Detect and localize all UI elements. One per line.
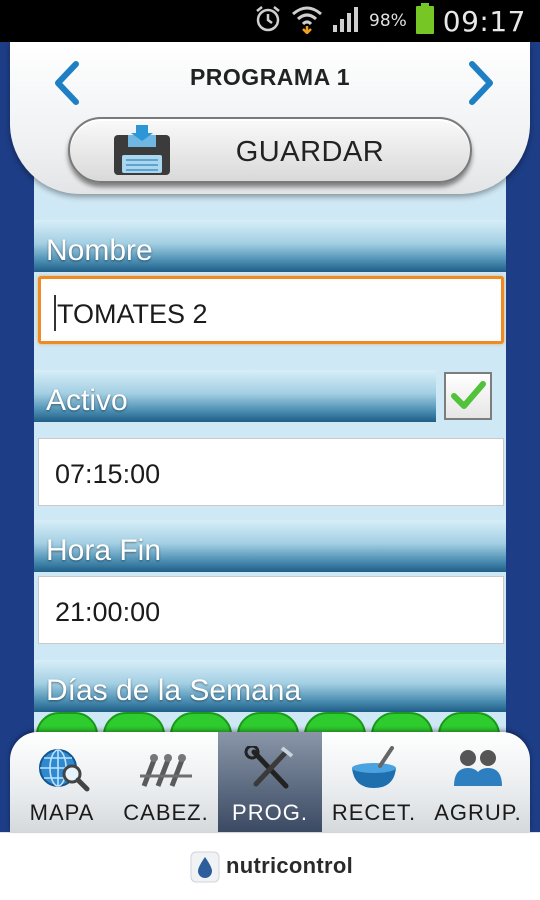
wifi-icon (291, 4, 323, 39)
battery-icon (415, 2, 435, 40)
hora-fin-input[interactable]: 21:00:00 (38, 576, 504, 644)
tab-recet[interactable]: RECET. (322, 732, 426, 832)
tab-label: MAPA (29, 800, 95, 825)
activo-checkbox[interactable] (444, 372, 492, 420)
activo-label: Activo (46, 384, 128, 417)
section-header-dias: Días de la Semana (34, 660, 506, 712)
hora-fin-label: Hora Fin (46, 534, 162, 567)
hora-inicio-input[interactable]: 07:15:00 (38, 438, 504, 506)
mixing-bowl-icon (346, 746, 402, 797)
nombre-value: TOMATES 2 (57, 299, 208, 329)
chevron-right-icon (469, 61, 493, 105)
hora-fin-value: 21:00:00 (55, 597, 161, 627)
tab-prog[interactable]: PROG. (218, 732, 322, 832)
battery-percent: 98% (369, 11, 407, 31)
next-program-button[interactable] (460, 60, 500, 106)
save-button[interactable]: GUARDAR (68, 117, 472, 183)
nutricontrol-logo-icon (190, 851, 220, 883)
footer: nutricontrol (0, 832, 540, 900)
valves-icon (138, 746, 194, 797)
hora-inicio-value: 07:15:00 (55, 459, 161, 489)
clock: 09:17 (442, 4, 526, 38)
section-header-hora-fin: Hora Fin (34, 520, 506, 572)
nombre-label: Nombre (46, 234, 153, 267)
brand-name: nutricontrol (226, 853, 354, 878)
nombre-input[interactable]: TOMATES 2 (38, 276, 504, 344)
header: PROGRAMA 1 GUARDAR (10, 42, 530, 194)
signal-icon (331, 5, 361, 38)
tab-label: AGRUP. (434, 800, 522, 825)
dias-label: Días de la Semana (46, 674, 302, 707)
text-caret (54, 295, 56, 331)
tab-label: RECET. (331, 800, 417, 825)
section-header-nombre: Nombre (34, 220, 506, 272)
tab-cabez[interactable]: CABEZ. (114, 732, 218, 832)
page-title: PROGRAMA 1 (189, 64, 351, 90)
tab-label: CABEZ. (123, 800, 209, 825)
bottom-tab-bar: MAPA CABEZ. PROG. RECET. AGRUP. (10, 732, 530, 832)
tab-label: PROG. (232, 800, 308, 825)
globe-search-icon (34, 746, 90, 797)
group-icon (450, 746, 506, 797)
checkmark-icon (451, 381, 486, 409)
save-button-label: GUARDAR (235, 136, 385, 168)
tab-agrup[interactable]: AGRUP. (426, 732, 530, 832)
alarm-icon (253, 4, 283, 39)
status-bar: 98% 09:17 (0, 0, 540, 42)
tools-icon (242, 744, 298, 797)
status-icons: 98% 09:17 (253, 0, 526, 42)
tab-mapa[interactable]: MAPA (10, 732, 114, 832)
